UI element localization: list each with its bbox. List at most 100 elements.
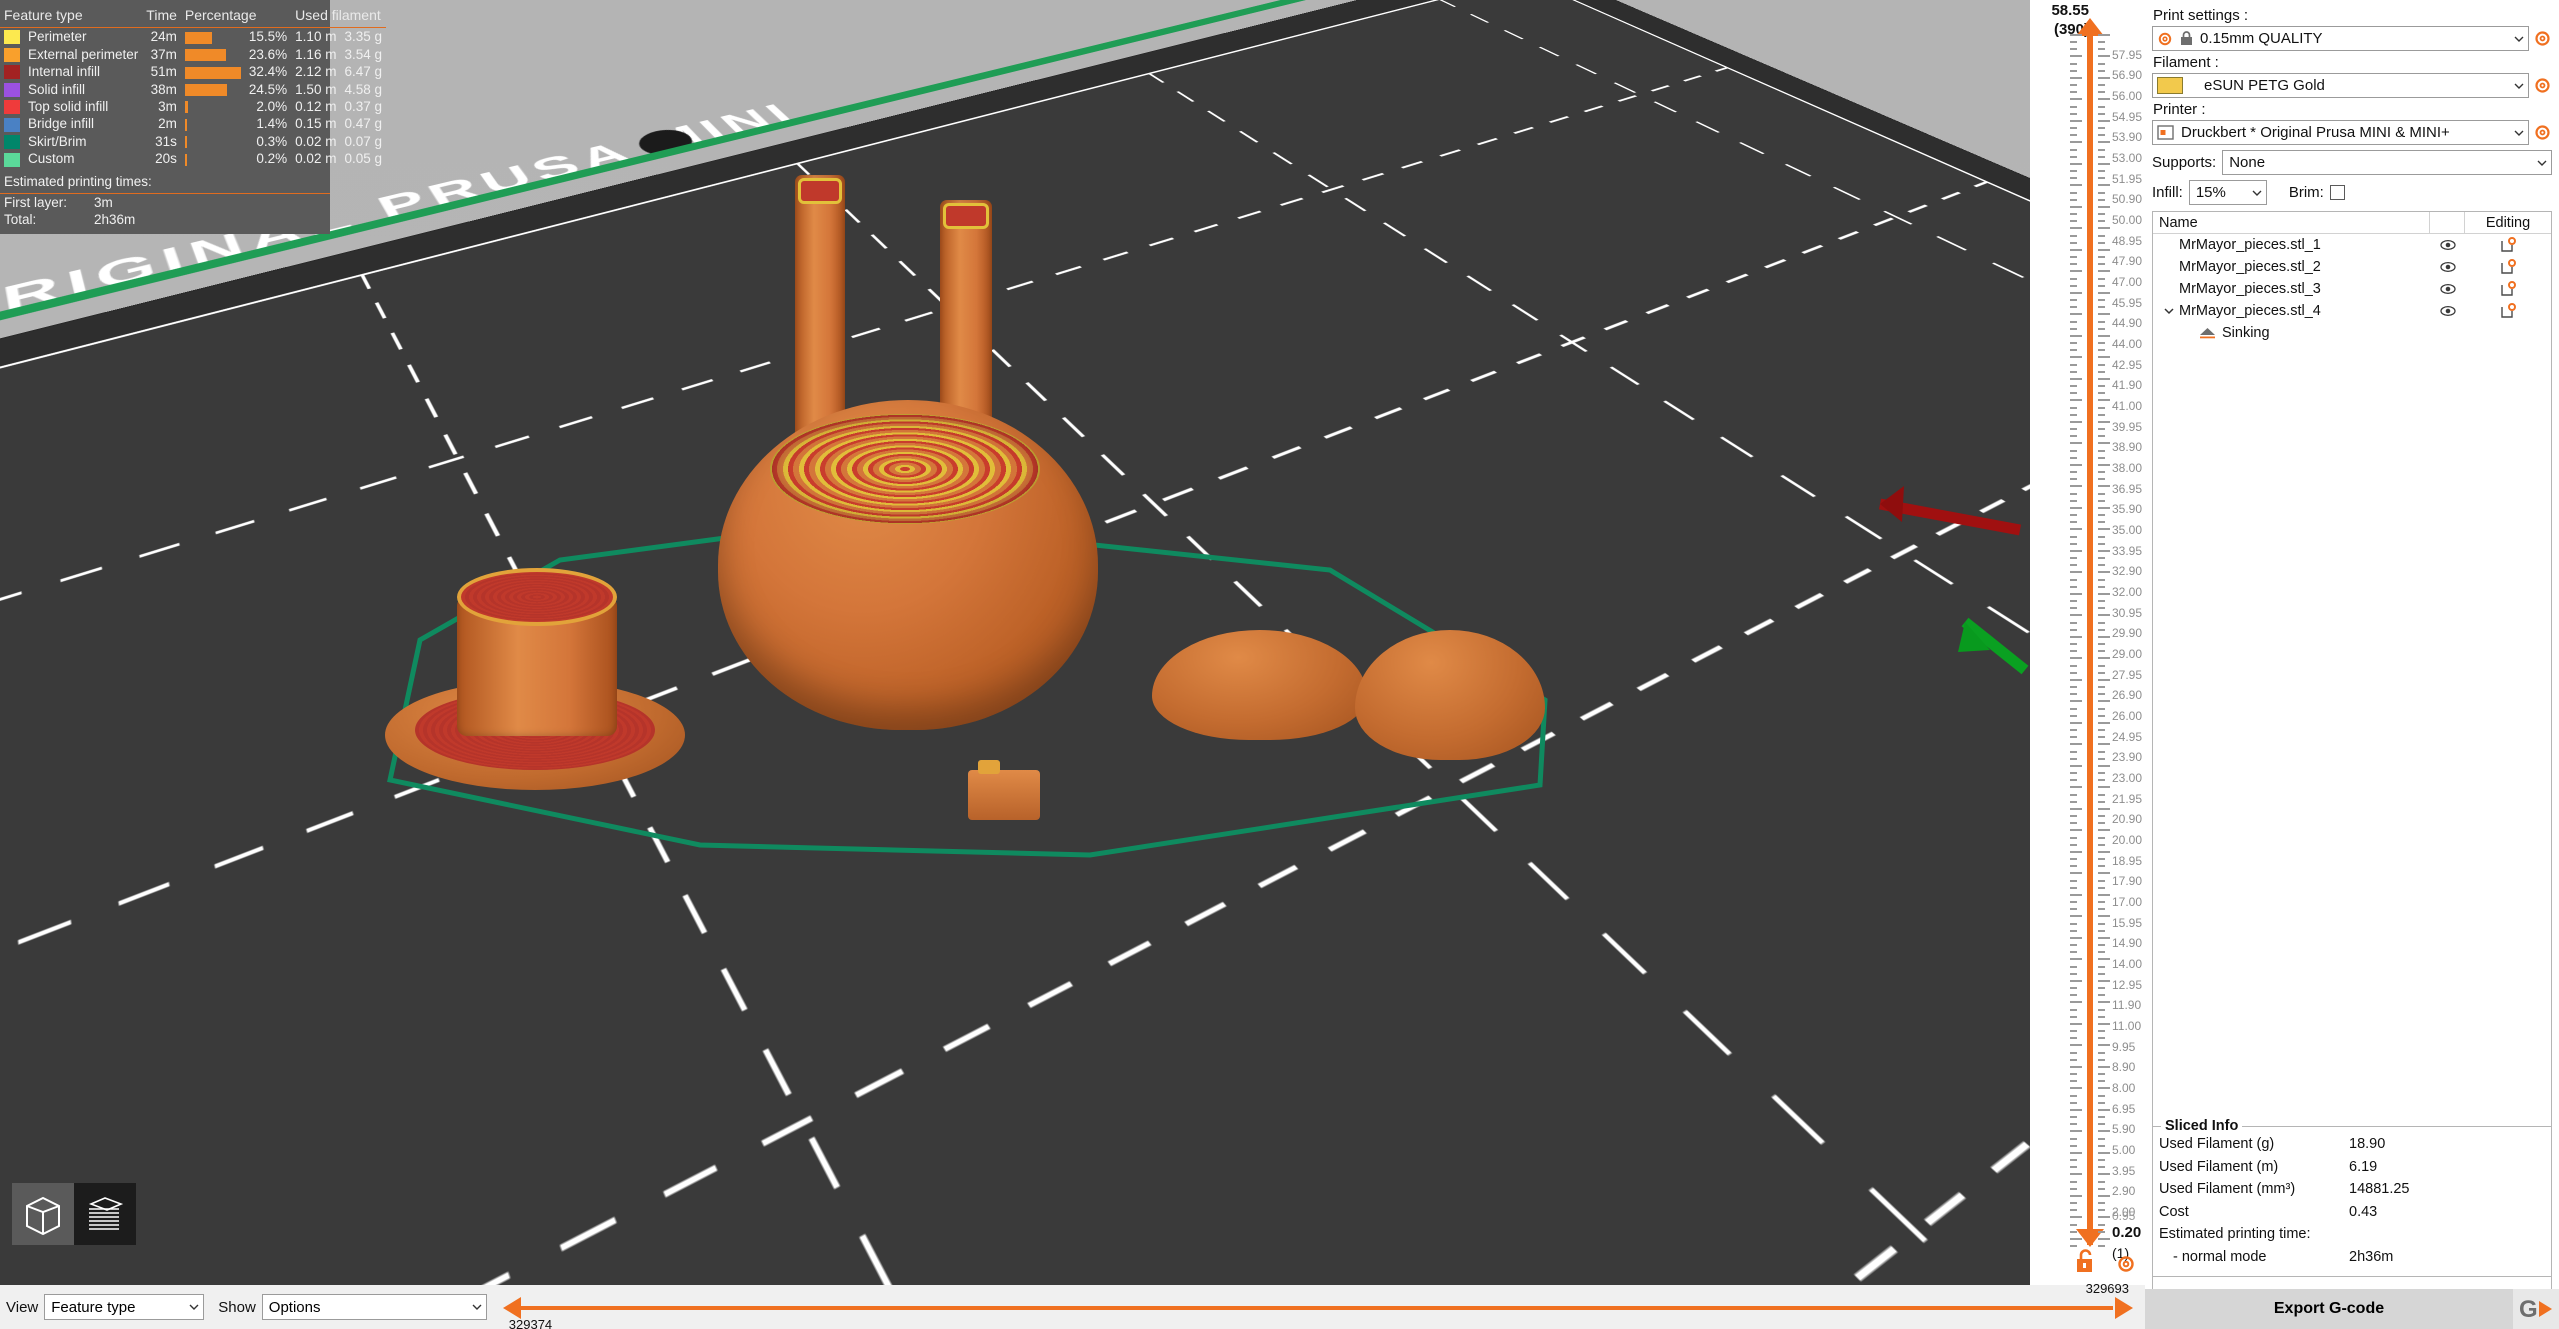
layer-slider-lock-button[interactable] bbox=[2074, 1248, 2096, 1279]
print-settings-combo[interactable]: 0.15mm QUALITY bbox=[2152, 26, 2529, 51]
preview-view-button[interactable] bbox=[74, 1183, 136, 1245]
layer-tick bbox=[2098, 815, 2105, 818]
layer-tick bbox=[2098, 693, 2105, 696]
layer-slider[interactable]: 58.55 (390) 57.95 56.90 56.00 54.95 53.90 53.… bbox=[2030, 0, 2145, 1285]
legend-row[interactable]: Solid infill 38m 24.5% 1.50 m 4.58 g bbox=[0, 80, 386, 97]
supports-combo[interactable]: None bbox=[2222, 150, 2552, 175]
layer-slider-settings-button[interactable] bbox=[2116, 1254, 2136, 1279]
object-visibility-toggle[interactable] bbox=[2431, 283, 2465, 295]
export-gcode-button[interactable]: Export G-code bbox=[2145, 1289, 2513, 1329]
show-options-combo[interactable]: Options bbox=[261, 1294, 487, 1320]
legend-percentage-bar-cell bbox=[181, 115, 245, 132]
layer-tick bbox=[2098, 349, 2105, 352]
layer-tick bbox=[2098, 908, 2105, 911]
layer-tick-label: 29.90 bbox=[2112, 626, 2143, 641]
layer-tick bbox=[2098, 872, 2110, 875]
moves-slider[interactable]: 329374 329693 bbox=[502, 1281, 2133, 1329]
layer-tick bbox=[2098, 291, 2110, 294]
object-name: MrMayor_pieces.stl_1 bbox=[2179, 237, 2321, 253]
layer-tick-label: 53.90 bbox=[2112, 130, 2143, 145]
layer-tick bbox=[2098, 1180, 2105, 1183]
model-sphere-body[interactable] bbox=[718, 400, 1098, 730]
object-list-subrow[interactable]: Sinking bbox=[2153, 322, 2551, 344]
object-list-row[interactable]: MrMayor_pieces.stl_2 bbox=[2153, 256, 2551, 278]
object-editing-button[interactable] bbox=[2465, 303, 2551, 319]
legend-row[interactable]: External perimeter 37m 23.6% 1.16 m 3.54 g bbox=[0, 45, 386, 62]
layer-tick bbox=[2070, 994, 2077, 997]
layer-tick bbox=[2070, 944, 2077, 947]
filament-edit-button[interactable] bbox=[2533, 76, 2552, 95]
layer-tick bbox=[2098, 363, 2105, 366]
object-name-cell[interactable]: MrMayor_pieces.stl_2 bbox=[2153, 259, 2431, 275]
lock-icon bbox=[2181, 31, 2192, 45]
layer-tick-label: 32.00 bbox=[2112, 584, 2143, 599]
editing-icon bbox=[2501, 303, 2516, 318]
legend-row[interactable]: Bridge infill 2m 1.4% 0.15 m 0.47 g bbox=[0, 115, 386, 132]
printer-combo[interactable]: Druckbert * Original Prusa MINI & MINI+ bbox=[2152, 120, 2529, 145]
3d-viewport[interactable]: ORIGINAL PRUSA MINI bbox=[0, 0, 2030, 1285]
send-to-printer-button[interactable]: G bbox=[2513, 1289, 2559, 1329]
model-small-part[interactable] bbox=[968, 760, 1040, 820]
3d-editor-view-button[interactable] bbox=[12, 1183, 74, 1245]
filament-combo[interactable]: eSUN PETG Gold bbox=[2152, 73, 2529, 98]
object-visibility-toggle[interactable] bbox=[2431, 239, 2465, 251]
layer-tick bbox=[2098, 786, 2110, 789]
object-name-cell[interactable]: MrMayor_pieces.stl_1 bbox=[2153, 237, 2431, 253]
layer-tick bbox=[2098, 628, 2105, 631]
layer-tick bbox=[2098, 915, 2110, 918]
layer-tick bbox=[2070, 155, 2077, 158]
object-list-row[interactable]: MrMayor_pieces.stl_1 bbox=[2153, 234, 2551, 256]
object-name-cell[interactable]: MrMayor_pieces.stl_4 bbox=[2153, 303, 2431, 319]
layer-tick bbox=[2098, 979, 2110, 982]
view-mode-combo[interactable]: Feature type bbox=[44, 1294, 205, 1320]
layer-tick bbox=[2070, 901, 2077, 904]
layer-tick bbox=[2070, 607, 2077, 610]
object-list-row[interactable]: MrMayor_pieces.stl_4 bbox=[2153, 300, 2551, 322]
layer-tick bbox=[2070, 1144, 2077, 1147]
layer-tick bbox=[2070, 1159, 2077, 1161]
object-editing-button[interactable] bbox=[2465, 237, 2551, 253]
layer-tick bbox=[2070, 399, 2082, 402]
legend-row[interactable]: Perimeter 24m 15.5% 1.10 m 3.35 g bbox=[0, 28, 386, 46]
object-visibility-toggle[interactable] bbox=[2431, 261, 2465, 273]
layer-tick bbox=[2070, 793, 2077, 796]
moves-slider-lower-thumb[interactable] bbox=[502, 1297, 521, 1319]
layer-tick bbox=[2098, 127, 2105, 130]
layer-tick bbox=[2070, 750, 2077, 753]
layer-tick bbox=[2098, 643, 2105, 646]
moves-slider-rail[interactable] bbox=[520, 1306, 2113, 1310]
layer-tick bbox=[2070, 1080, 2077, 1083]
legend-row[interactable]: Skirt/Brim 31s 0.3% 0.02 m 0.07 g bbox=[0, 133, 386, 150]
legend-row[interactable]: Internal infill 51m 32.4% 2.12 m 6.47 g bbox=[0, 63, 386, 80]
object-name-cell[interactable]: MrMayor_pieces.stl_3 bbox=[2153, 281, 2431, 297]
layer-tick bbox=[2070, 764, 2082, 767]
infill-combo[interactable]: 15% bbox=[2188, 180, 2267, 205]
printer-edit-button[interactable] bbox=[2533, 123, 2552, 142]
layer-tick bbox=[2098, 449, 2105, 452]
object-editing-button[interactable] bbox=[2465, 259, 2551, 275]
legend-feature-name: Internal infill bbox=[28, 64, 101, 80]
supports-row: Supports: None bbox=[2152, 150, 2552, 175]
brim-checkbox[interactable] bbox=[2329, 185, 2345, 200]
layer-tick bbox=[2070, 91, 2077, 94]
layer-tick bbox=[2070, 721, 2082, 724]
legend-row[interactable]: Custom 20s 0.2% 0.02 m 0.05 g bbox=[0, 150, 386, 167]
layer-tick bbox=[2098, 1108, 2110, 1111]
layer-tick bbox=[2098, 420, 2110, 423]
chevron-down-icon[interactable] bbox=[2163, 305, 2175, 317]
layer-tick bbox=[2070, 987, 2077, 990]
moves-slider-upper-thumb[interactable] bbox=[2115, 1297, 2133, 1319]
print-settings-edit-button[interactable] bbox=[2533, 29, 2552, 48]
legend-row[interactable]: Top solid infill 3m 2.0% 0.12 m 0.37 g bbox=[0, 98, 386, 115]
object-list-row[interactable]: MrMayor_pieces.stl_3 bbox=[2153, 278, 2551, 300]
layer-tick bbox=[2098, 170, 2105, 173]
object-subitem-cell[interactable]: Sinking bbox=[2153, 325, 2431, 341]
layer-slider-rail[interactable] bbox=[2087, 34, 2093, 1245]
object-editing-button[interactable] bbox=[2465, 281, 2551, 297]
view-mode-toggles bbox=[12, 1183, 136, 1245]
legend-feature-name: Custom bbox=[28, 151, 75, 167]
layer-tick bbox=[2098, 743, 2110, 746]
layer-tick-label: 18.95 bbox=[2112, 853, 2143, 868]
layer-tick-label: 35.00 bbox=[2112, 522, 2143, 537]
object-visibility-toggle[interactable] bbox=[2431, 305, 2465, 317]
